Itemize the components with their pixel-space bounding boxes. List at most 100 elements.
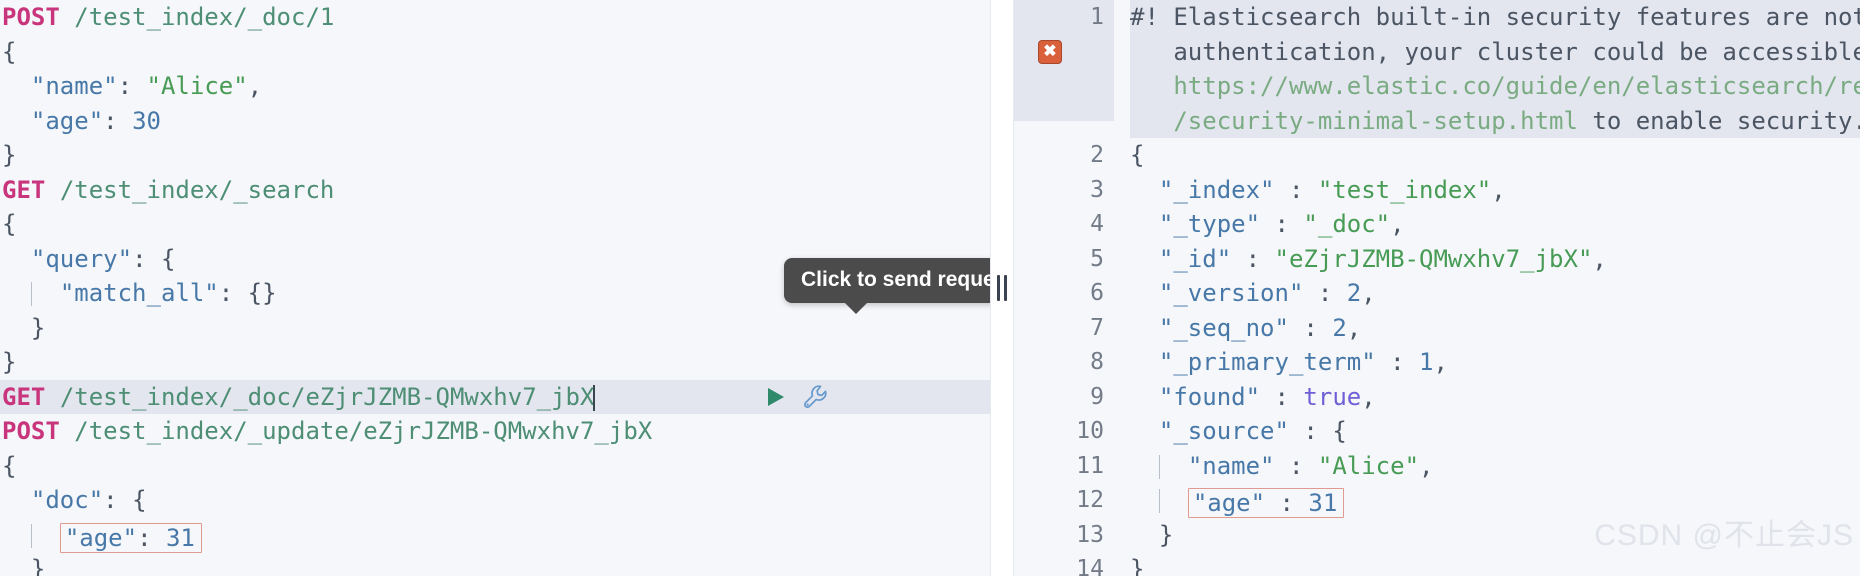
gutter-line[interactable]: 5	[1014, 242, 1114, 277]
kibana-dev-tools-console: POST /test_index/_doc/1{ "name": "Alice"…	[0, 0, 1860, 576]
line-number: 5	[1090, 245, 1104, 272]
request-path: /test_index/_doc/eZjrJZMB-QMwxhv7_jbX	[59, 382, 595, 411]
panel-resizer[interactable]	[990, 0, 1014, 576]
gutter-line[interactable]: 9	[1014, 380, 1114, 415]
json-value: true	[1303, 382, 1362, 411]
vertical-grip-handle[interactable]	[997, 275, 1007, 301]
gutter-line[interactable]: 4	[1014, 207, 1114, 242]
line-number: 7	[1090, 314, 1104, 341]
editor-line[interactable]: "doc": {	[0, 483, 990, 518]
gutter-line-numbers[interactable]: 12▾345678910▾111213▴14▴15	[1014, 0, 1125, 576]
active-line-actions[interactable]	[762, 380, 830, 415]
tooltip-label: Click to send request	[801, 268, 990, 291]
line-number: 3	[1090, 176, 1104, 203]
json-key: "found"	[1158, 382, 1261, 411]
gutter-line[interactable]: 3	[1014, 173, 1114, 208]
gutter-line[interactable]: 7	[1014, 311, 1114, 346]
request-editor-panel[interactable]: POST /test_index/_doc/1{ "name": "Alice"…	[0, 0, 990, 576]
json-key: "name"	[1187, 451, 1275, 480]
json-value: 1	[1419, 348, 1434, 376]
output-line[interactable]: https://www.elastic.co/guide/en/elastics…	[1130, 69, 1860, 104]
gutter-line[interactable]: 6	[1014, 276, 1114, 311]
output-line[interactable]: "_type" : "_doc",	[1130, 207, 1860, 242]
editor-line[interactable]: {	[0, 35, 990, 70]
line-number: 11	[1076, 452, 1104, 479]
json-key: "_id"	[1158, 244, 1232, 273]
output-line[interactable]: "_source" : {	[1130, 414, 1860, 449]
json-key: "_version"	[1158, 279, 1304, 307]
editor-line[interactable]: POST /test_index/_update/eZjrJZMB-QMwxhv…	[0, 414, 990, 449]
gutter-line[interactable]: 11	[1014, 449, 1114, 484]
output-line[interactable]: "age" : 31	[1130, 483, 1860, 518]
editor-line[interactable]: }	[0, 552, 990, 576]
gutter-line[interactable]	[1014, 104, 1114, 139]
editor-line[interactable]: "age": 31	[0, 518, 990, 553]
output-line[interactable]: "name" : "Alice",	[1130, 449, 1860, 484]
tooltip-arrow	[844, 302, 868, 314]
gutter-line[interactable]: 2▾	[1014, 138, 1125, 173]
json-value: "test_index"	[1317, 175, 1492, 204]
gutter-line[interactable]: 10▾	[1014, 414, 1125, 449]
editor-line[interactable]: GET /test_index/_doc/eZjrJZMB-QMwxhv7_jb…	[0, 379, 990, 414]
json-key: "age"	[1192, 489, 1266, 517]
json-value: {	[1332, 417, 1347, 445]
editor-line[interactable]: {	[0, 449, 990, 484]
request-path: /test_index/_update/eZjrJZMB-QMwxhv7_jbX	[74, 417, 653, 445]
line-number: 6	[1090, 280, 1104, 306]
output-gutter[interactable]: ✖ 12▾345678910▾111213▴14▴15	[1014, 0, 1125, 576]
editor-line[interactable]: }	[0, 311, 990, 346]
gutter-line[interactable]: 8	[1014, 345, 1114, 380]
output-line[interactable]: /security-minimal-setup.html to enable s…	[1130, 103, 1860, 138]
json-key: "_seq_no"	[1158, 313, 1289, 342]
warning-text: authentication, your cluster could be ac…	[1130, 37, 1860, 66]
highlighted-field: "age" : 31	[1187, 488, 1345, 518]
output-line[interactable]: "_version" : 2,	[1130, 276, 1860, 311]
gutter-line[interactable]	[1014, 35, 1114, 70]
gutter-line[interactable]	[1014, 69, 1114, 104]
output-line[interactable]: "_primary_term" : 1,	[1130, 345, 1860, 380]
json-key: "age"	[64, 523, 138, 552]
editor-line[interactable]: GET /test_index/_search	[0, 173, 990, 208]
editor-line[interactable]: }	[0, 138, 990, 173]
gutter-line[interactable]: 13▴	[1014, 518, 1125, 553]
gutter-line[interactable]: 12	[1014, 483, 1114, 518]
output-line[interactable]: "_index" : "test_index",	[1130, 173, 1860, 208]
editor-line[interactable]: }	[0, 345, 990, 380]
editor-line[interactable]: "name": "Alice",	[0, 69, 990, 104]
indent-guide	[30, 282, 32, 306]
json-value: "_doc"	[1303, 210, 1391, 238]
output-line[interactable]: "_id" : "eZjrJZMB-QMwxhv7_jbX",	[1130, 242, 1860, 277]
warning-link: https://www.elastic.co/guide/en/elastics…	[1130, 72, 1860, 100]
json-key: "doc"	[30, 486, 104, 514]
gutter-line[interactable]: 14▴	[1014, 552, 1125, 576]
play-triangle-icon[interactable]	[762, 384, 788, 410]
request-path: /test_index/_doc/1	[74, 3, 335, 31]
json-key: "_type"	[1158, 210, 1261, 238]
line-number: 8	[1090, 349, 1104, 375]
response-output-panel[interactable]: ✖ 12▾345678910▾111213▴14▴15 #! Elasticse…	[1014, 0, 1860, 576]
http-method: GET	[2, 175, 46, 204]
json-key: "age"	[30, 106, 104, 135]
indent-guide	[1158, 489, 1160, 513]
grip-bar-1	[997, 275, 1000, 301]
json-key: "_index"	[1158, 175, 1275, 204]
editor-line[interactable]: "age": 30	[0, 104, 990, 139]
output-line[interactable]: authentication, your cluster could be ac…	[1130, 34, 1860, 69]
editor-line[interactable]: {	[0, 207, 990, 242]
output-line[interactable]: "_seq_no" : 2,	[1130, 311, 1860, 346]
line-number: 10	[1076, 418, 1104, 444]
http-method: GET	[2, 382, 46, 411]
output-line[interactable]: #! Elasticsearch built-in security featu…	[1130, 0, 1860, 35]
output-line[interactable]: "found" : true,	[1130, 380, 1860, 415]
send-request-tooltip: Click to send request	[784, 258, 990, 314]
json-key: "match_all"	[59, 279, 219, 307]
line-number: 2	[1090, 142, 1104, 168]
output-line[interactable]: {	[1130, 138, 1860, 173]
output-line[interactable]: }	[1130, 518, 1860, 553]
json-value: 2	[1332, 313, 1347, 342]
wrench-icon[interactable]	[802, 383, 830, 411]
output-code-lines[interactable]: #! Elasticsearch built-in security featu…	[1114, 0, 1860, 576]
gutter-line[interactable]: 1	[1014, 0, 1114, 35]
editor-line[interactable]: POST /test_index/_doc/1	[0, 0, 990, 35]
output-line[interactable]: }	[1130, 552, 1860, 576]
